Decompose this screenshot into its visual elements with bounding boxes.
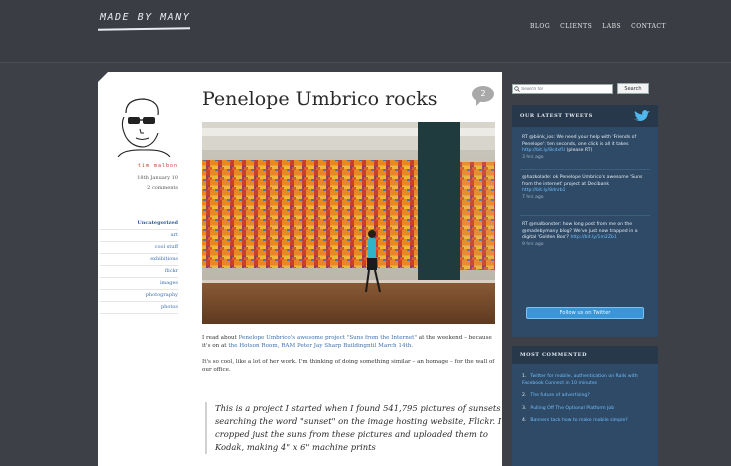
tweets-title: OUR LATEST TWEETS	[520, 113, 593, 119]
list-item[interactable]: 4. Banners tack how to make mobile simple…	[522, 418, 648, 425]
most-commented-panel: MOST COMMENTED 1. Twitter for mobile, aut…	[512, 346, 658, 466]
post-title[interactable]: Penelope Umbrico rocks	[202, 88, 438, 110]
list-item-link[interactable]: Twitter for mobile, authentication on Ra…	[522, 374, 638, 386]
category-item[interactable]: cool stuff	[100, 242, 178, 254]
search-button[interactable]: Search	[617, 83, 649, 94]
tweet-link[interactable]: http://bit.ly/8cdxfU	[522, 148, 565, 153]
list-item-link[interactable]: Banners tack how to make mobile simple?	[530, 418, 627, 423]
nav-blog[interactable]: BLOG	[530, 23, 550, 30]
search-icon	[514, 86, 520, 92]
list-item[interactable]: 1. Twitter for mobile, authentication on …	[522, 374, 648, 387]
site-logo[interactable]: MADE BY MANY	[100, 12, 190, 23]
list-item-link[interactable]: Pulling Off The Optional Platform Job	[530, 406, 614, 411]
twitter-bird-icon	[633, 110, 650, 121]
post-date: 18th January 10	[137, 175, 178, 181]
venue-link[interactable]: the Hotson Room, RAM Peter Jay Sharp Bui…	[228, 343, 413, 349]
category-item[interactable]: photography	[100, 290, 178, 302]
list-item[interactable]: 2. The future of advertising?	[522, 393, 648, 400]
post-paragraph: It's so cool, like a lot of her work. I'…	[202, 359, 495, 373]
category-item[interactable]: images	[100, 278, 178, 290]
tweet-divider	[520, 169, 650, 170]
tweet-divider	[520, 215, 650, 216]
comment-count-badge[interactable]: 2	[472, 86, 494, 106]
tweet-item: RT @malbonster: how long post from me on…	[522, 222, 648, 248]
project-link[interactable]: Penelope Umbrico's awesome project "Suns…	[239, 335, 417, 341]
follow-twitter-button[interactable]: Follow us on Twitter	[526, 307, 644, 319]
category-item[interactable]: Uncategorized	[100, 218, 178, 230]
tweet-text: RT @biink_ios: We need your help with 'F…	[522, 135, 637, 147]
most-commented-title: MOST COMMENTED	[520, 352, 588, 358]
list-item[interactable]: 3. Pulling Off The Optional Platform Job	[522, 406, 648, 413]
category-item[interactable]: flickr	[100, 266, 178, 278]
tweet-time: 9 hrs ago	[522, 241, 544, 247]
post-quote: This is a project I started when I found…	[205, 402, 503, 454]
most-commented-header: MOST COMMENTED	[512, 346, 658, 364]
category-item[interactable]: art	[100, 230, 178, 242]
nav-clients[interactable]: CLIENTS	[560, 23, 592, 30]
list-number: 1.	[522, 374, 527, 379]
category-item[interactable]: exhibitions	[100, 254, 178, 266]
author-avatar	[117, 98, 171, 157]
post-paragraph: I read about Penelope Umbrico's awesome …	[202, 334, 496, 350]
tweets-header: OUR LATEST TWEETS	[512, 105, 658, 127]
comments-link[interactable]: 2 comments	[100, 185, 178, 191]
tweet-item: @hazkolade: ok Penelope Umbrico's awesom…	[522, 175, 648, 201]
list-number: 3.	[522, 405, 527, 411]
most-commented-list: 1. Twitter for mobile, authentication on …	[522, 374, 648, 431]
main-nav: BLOG CLIENTS LABS CONTACT	[530, 23, 666, 30]
list-item-link[interactable]: The future of advertising?	[530, 393, 589, 398]
list-number: 4.	[522, 418, 527, 423]
tweet-time: 3 hrs ago	[522, 154, 544, 160]
nav-labs[interactable]: LABS	[602, 23, 621, 30]
post-photo	[202, 122, 495, 324]
list-number: 2.	[522, 393, 527, 398]
nav-contact[interactable]: CONTACT	[631, 23, 666, 30]
tweet-time: 7 hrs ago	[522, 194, 544, 200]
category-list: Uncategorized art cool stuff exhibitions…	[100, 218, 178, 314]
paper-fold	[98, 72, 108, 82]
latest-tweets-panel: OUR LATEST TWEETS RT @biink_ios: We need…	[512, 105, 658, 337]
tweet-item: RT @biink_ios: We need your help with 'F…	[522, 135, 648, 161]
tweet-link[interactable]: http://bit.ly/1m2Zb1	[570, 235, 616, 240]
category-item[interactable]: photos	[100, 302, 178, 314]
tweet-text: @hazkolade: ok Penelope Umbrico's awesom…	[522, 175, 643, 187]
paragraph-text: I read about	[202, 335, 239, 341]
post-body: I read about Penelope Umbrico's awesome …	[202, 334, 496, 382]
site-header	[0, 0, 731, 63]
tweet-link[interactable]: http://bit.ly/8dnrb1	[522, 188, 566, 193]
tweet-text: (please RT)	[565, 148, 593, 153]
author-name[interactable]: tim malbon	[100, 163, 178, 169]
search-input[interactable]	[512, 84, 613, 94]
